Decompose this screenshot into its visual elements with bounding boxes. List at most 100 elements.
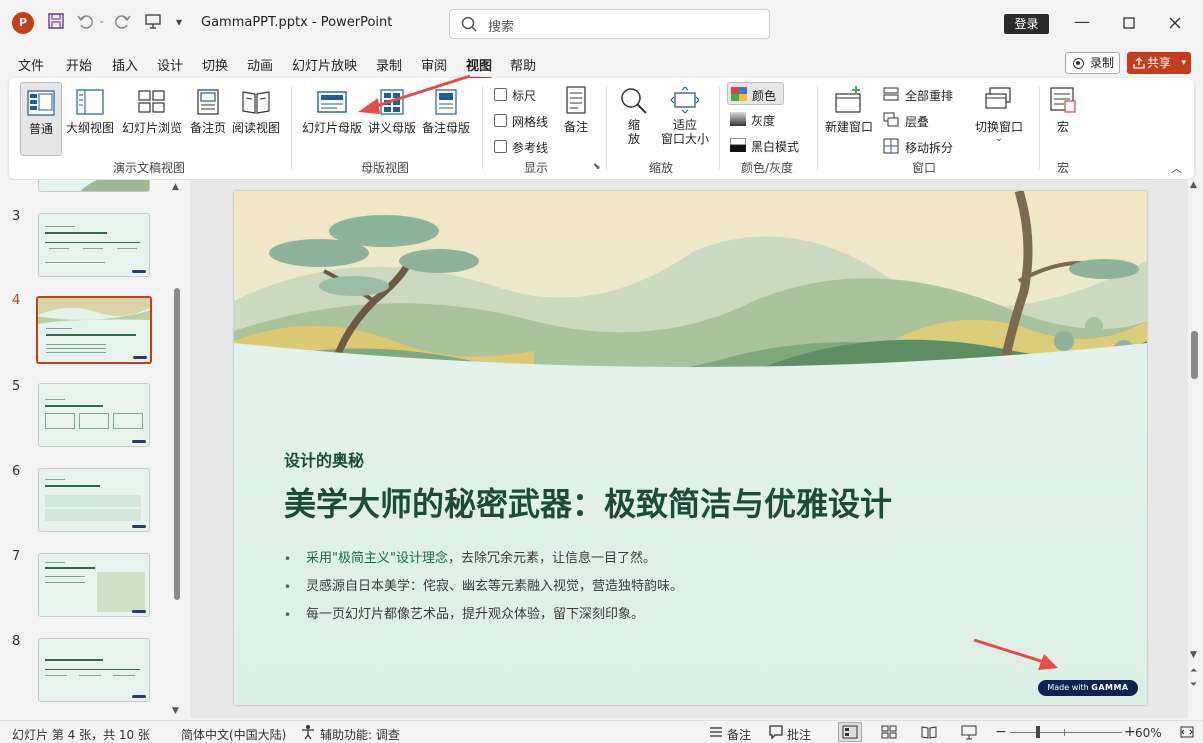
reading-view-status-icon[interactable] — [921, 724, 937, 740]
zoom-slider-knob[interactable] — [1036, 726, 1040, 738]
undo-icon[interactable] — [76, 12, 94, 30]
slide-thumbnail[interactable] — [38, 638, 150, 702]
save-icon[interactable] — [47, 12, 65, 30]
zoom-in-icon[interactable]: + — [1124, 724, 1136, 740]
tab-animations[interactable]: 动画 — [247, 55, 273, 74]
outline-view-button[interactable]: 大纲视图 — [65, 89, 115, 136]
tab-record[interactable]: 录制 — [376, 55, 402, 74]
scroll-up-icon[interactable]: ▲ — [1190, 180, 1197, 190]
slide-thumbnail[interactable] — [38, 383, 150, 447]
slide-scrollbar[interactable]: ▲ ▼ ⏶ ⏷ — [1188, 180, 1202, 718]
slide-bullet-list[interactable]: 采用"极简主义"设计理念，去除冗余元素，让信息一目了然。 灵感源自日本美学：侘寂… — [284, 549, 984, 633]
customize-qat-icon[interactable]: ▾ — [176, 15, 182, 29]
slide-thumbnail-active[interactable] — [36, 296, 152, 364]
scroll-up-icon[interactable]: ▲ — [172, 182, 179, 192]
share-button[interactable]: 共享 ▾ — [1127, 52, 1191, 74]
record-icon — [1073, 58, 1084, 69]
black-white-button[interactable]: 黑白模式 — [730, 137, 810, 155]
handout-master-button[interactable]: 讲义母版 — [366, 89, 418, 136]
notes-page-button[interactable]: 备注页 — [187, 89, 229, 136]
zoom-button[interactable]: 缩 放 — [617, 86, 651, 146]
macros-icon — [1050, 87, 1076, 113]
accessibility-status[interactable]: 辅助功能: 调查 — [320, 726, 400, 743]
zoom-slider[interactable] — [1010, 726, 1122, 738]
slideshow-status-icon[interactable] — [961, 724, 977, 740]
zoom-level[interactable]: 60% — [1135, 726, 1162, 740]
redo-icon[interactable] — [114, 12, 132, 30]
tab-view[interactable]: 视图 — [466, 55, 493, 80]
previous-slide-icon[interactable]: ⏶ — [1190, 666, 1197, 676]
undo-dropdown-icon[interactable]: ⌄ — [98, 16, 106, 26]
tab-help[interactable]: 帮助 — [510, 55, 536, 74]
present-icon[interactable] — [144, 12, 162, 30]
macros-button[interactable]: 宏 — [1045, 86, 1081, 135]
color-mode-button[interactable]: 颜色 — [727, 82, 784, 105]
current-slide[interactable]: 设计的奥秘 美学大师的秘密武器：极致简洁与优雅设计 采用"极简主义"设计理念，去… — [234, 191, 1147, 705]
slide-thumbnail[interactable] — [38, 180, 150, 192]
record-label: 录制 — [1090, 56, 1115, 70]
comments-button[interactable]: 批注 — [787, 726, 811, 743]
tab-insert[interactable]: 插入 — [112, 55, 138, 74]
move-split-icon — [883, 138, 899, 154]
guides-checkbox[interactable]: 参考线 — [494, 139, 548, 156]
bullet-text: 灵感源自日本美学：侘寂、幽玄等元素融入视觉，营造独特韵味。 — [306, 579, 684, 594]
notes-master-button[interactable]: 备注母版 — [420, 89, 472, 136]
grayscale-button[interactable]: 灰度 — [730, 111, 800, 129]
tab-design[interactable]: 设计 — [157, 55, 183, 74]
group-separator — [291, 86, 292, 170]
login-button[interactable]: 登录 — [1004, 14, 1049, 34]
tab-review[interactable]: 审阅 — [421, 55, 447, 74]
group-separator — [817, 86, 818, 170]
slide-thumbnail-panel: 3 4 5 6 7 8 — [0, 180, 190, 718]
slide-title[interactable]: 美学大师的秘密武器：极致简洁与优雅设计 — [284, 479, 892, 525]
thumbnail-scrollbar[interactable]: ▲ ▼ — [170, 180, 184, 718]
cascade-button[interactable]: 层叠 — [883, 112, 929, 130]
scroll-down-icon[interactable]: ▼ — [1190, 650, 1197, 660]
tab-file[interactable]: 文件 — [18, 55, 44, 74]
maximize-icon[interactable] — [1122, 16, 1146, 30]
slide-thumbnail[interactable] — [38, 468, 150, 532]
zoom-out-icon[interactable]: − — [995, 724, 1007, 740]
ruler-checkbox[interactable]: 标尺 — [494, 87, 536, 104]
thumbnail-landscape — [39, 180, 149, 191]
slide-master-button[interactable]: 幻灯片母版 — [299, 89, 365, 136]
switch-windows-label: 切换窗口 — [974, 120, 1023, 134]
slide-number: 8 — [12, 634, 21, 649]
tab-transitions[interactable]: 切换 — [202, 55, 228, 74]
normal-view-toggle[interactable] — [838, 722, 862, 742]
slide-sorter-status-icon[interactable] — [881, 724, 897, 740]
search-box[interactable]: 搜索 — [449, 9, 770, 39]
close-icon[interactable] — [1168, 16, 1192, 30]
minimize-icon[interactable]: — — [1070, 12, 1094, 31]
record-button[interactable]: 录制 — [1065, 52, 1120, 74]
language-status[interactable]: 简体中文(中国大陆) — [181, 726, 286, 743]
slide-subtitle[interactable]: 设计的奥秘 — [284, 447, 364, 471]
made-with-gamma-badge[interactable]: Made with GAMMA — [1038, 680, 1138, 696]
collapse-ribbon-icon[interactable]: ︿ — [1171, 160, 1182, 176]
show-group-label: 显示 — [524, 161, 549, 175]
switch-windows-dropdown-icon: ⌄ — [995, 134, 1003, 144]
slide-scrollbar-thumb[interactable] — [1191, 331, 1198, 379]
notes-toggle-button[interactable]: 备注 — [727, 726, 751, 743]
tab-slideshow[interactable]: 幻灯片放映 — [292, 55, 357, 74]
thumbnail-scrollbar-thumb[interactable] — [174, 288, 180, 600]
switch-windows-button[interactable]: 切换窗口 ⌄ — [971, 86, 1027, 144]
move-split-button[interactable]: 移动拆分 — [883, 138, 953, 156]
new-window-button[interactable]: 新建窗口 — [823, 86, 875, 135]
scroll-down-icon[interactable]: ▼ — [172, 706, 179, 716]
slide-sorter-button[interactable]: 幻灯片浏览 — [120, 89, 184, 136]
arrange-all-button[interactable]: 全部重排 — [883, 87, 953, 104]
group-separator — [482, 86, 483, 170]
status-bar: 幻灯片 第 4 张，共 10 张 简体中文(中国大陆) 辅助功能: 调查 备注 … — [0, 720, 1203, 743]
fit-to-window-button[interactable]: 适应 窗口大小 — [657, 86, 713, 146]
slide-thumbnail[interactable] — [38, 213, 150, 277]
notes-button[interactable]: 备注 — [561, 86, 591, 135]
slide-thumbnail[interactable] — [38, 553, 150, 617]
normal-view-button[interactable]: 普通 — [20, 82, 62, 156]
fit-slide-icon[interactable] — [1179, 724, 1195, 740]
gridlines-checkbox[interactable]: 网格线 — [494, 113, 548, 130]
next-slide-icon[interactable]: ⏷ — [1190, 680, 1197, 690]
tab-home[interactable]: 开始 — [66, 55, 92, 74]
show-dialog-launcher-icon[interactable]: ⬊ — [593, 162, 601, 172]
reading-view-button[interactable]: 阅读视图 — [231, 89, 281, 136]
